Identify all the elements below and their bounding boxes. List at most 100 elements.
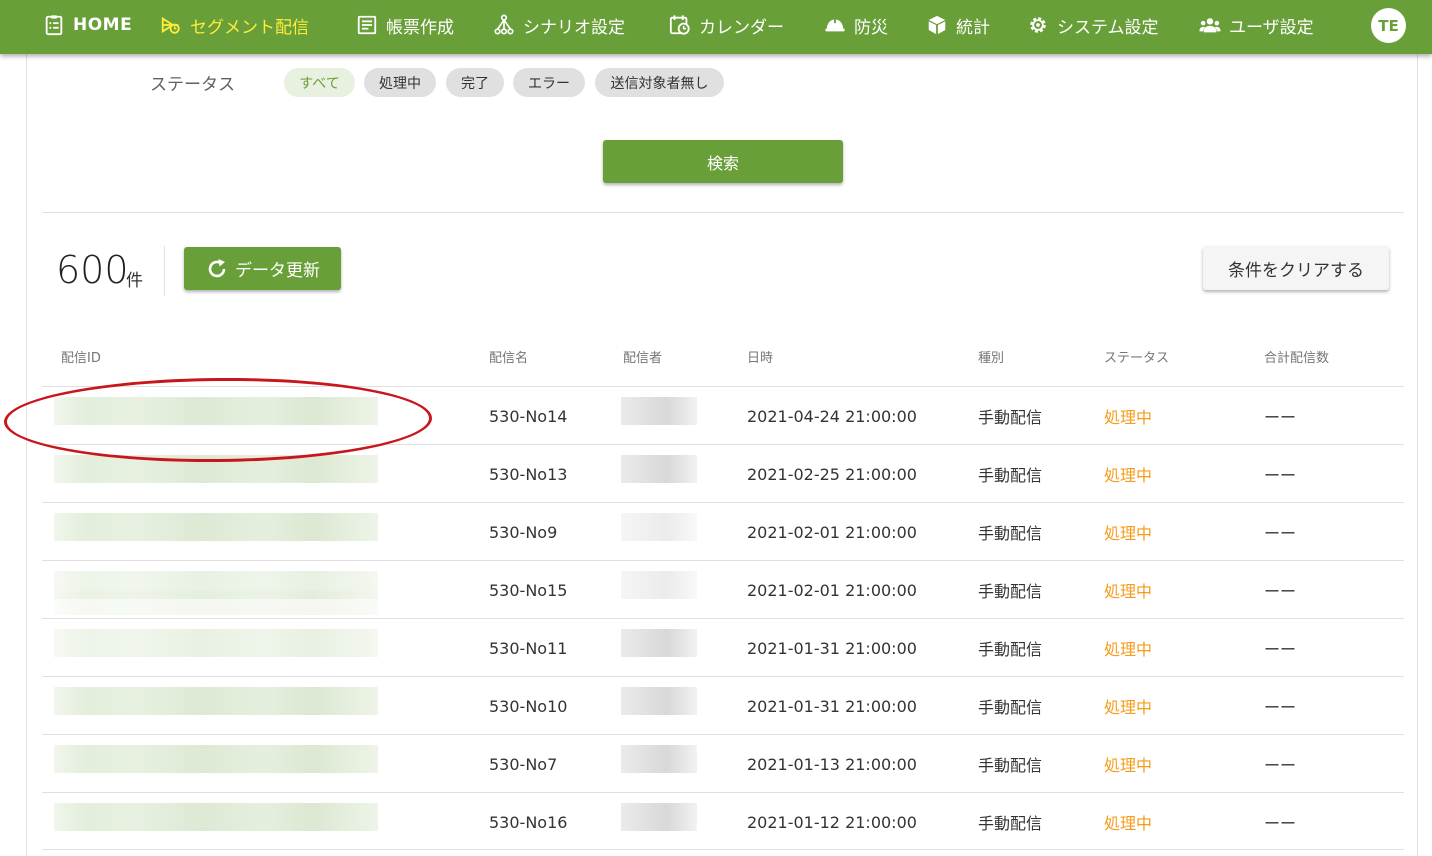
chip-processing[interactable]: 処理中 xyxy=(364,68,436,97)
table-row[interactable]: 530-No15 2021-02-01 21:00:00 手動配信 処理中 ーー xyxy=(42,560,1404,618)
delivery-type: 手動配信 xyxy=(978,582,1043,601)
delivery-datetime: 2021-01-12 21:00:00 xyxy=(747,812,917,832)
delivery-datetime: 2021-04-24 21:00:00 xyxy=(747,406,917,426)
delivery-datetime: 2021-02-25 21:00:00 xyxy=(747,464,917,484)
table-row[interactable]: 530-No7 2021-01-13 21:00:00 手動配信 処理中 ーー xyxy=(42,734,1404,792)
redacted-delivery-id xyxy=(54,513,378,541)
delivery-total: ーー xyxy=(1264,698,1297,717)
nav-calendar[interactable]: カレンダー xyxy=(669,0,784,50)
top-nav-bar: HOME セグメント配信 帳票作成 シナリオ設定 カレンダー 防災 統計 システ… xyxy=(0,0,1432,54)
delivery-datetime: 2021-02-01 21:00:00 xyxy=(747,522,917,542)
delivery-datetime: 2021-01-31 21:00:00 xyxy=(747,696,917,716)
delivery-type: 手動配信 xyxy=(978,408,1043,427)
chip-no-recipients[interactable]: 送信対象者無し xyxy=(595,68,724,97)
redacted-delivery-id xyxy=(54,629,378,657)
nav-disaster-prevention[interactable]: 防災 xyxy=(824,0,888,50)
nav-home[interactable]: HOME xyxy=(43,0,132,50)
nav-statistics[interactable]: 統計 xyxy=(926,0,990,50)
result-count: 600 xyxy=(56,248,129,292)
nav-segment-delivery-label: セグメント配信 xyxy=(190,17,309,38)
cube-icon xyxy=(926,14,948,36)
delivery-total: ーー xyxy=(1264,408,1297,427)
table-row[interactable]: 530-No10 2021-01-31 21:00:00 手動配信 処理中 ーー xyxy=(42,676,1404,734)
delivery-total: ーー xyxy=(1264,466,1297,485)
col-header-delivery-name[interactable]: 配信名 xyxy=(489,347,528,366)
helmet-icon xyxy=(824,14,846,36)
nav-system-settings[interactable]: システム設定 xyxy=(1027,0,1159,50)
megaphone-icon xyxy=(160,14,182,36)
count-separator xyxy=(164,246,165,296)
delivery-type: 手動配信 xyxy=(978,814,1043,833)
table-row[interactable]: 530-No16 2021-01-12 21:00:00 手動配信 処理中 ーー xyxy=(42,792,1404,850)
delivery-status: 処理中 xyxy=(1104,698,1153,717)
delivery-status: 処理中 xyxy=(1104,524,1153,543)
redacted-delivery-id xyxy=(54,687,378,715)
redacted-sender xyxy=(621,397,697,425)
nav-scenario-label: シナリオ設定 xyxy=(523,17,625,38)
user-avatar[interactable]: TE xyxy=(1371,8,1406,43)
delivery-total: ーー xyxy=(1264,640,1297,659)
users-icon xyxy=(1199,14,1221,36)
delivery-name: 530-No13 xyxy=(489,464,568,484)
delivery-type: 手動配信 xyxy=(978,524,1043,543)
delivery-type: 手動配信 xyxy=(978,698,1043,717)
col-header-total[interactable]: 合計配信数 xyxy=(1264,347,1329,366)
redacted-delivery-id-extra xyxy=(54,591,378,615)
delivery-total: ーー xyxy=(1264,756,1297,775)
redacted-delivery-id xyxy=(54,745,378,773)
refresh-data-label: データ更新 xyxy=(235,261,320,281)
table-row[interactable]: 530-No11 2021-01-31 21:00:00 手動配信 処理中 ーー xyxy=(42,618,1404,676)
flow-tree-icon xyxy=(493,14,515,36)
nav-segment-delivery[interactable]: セグメント配信 xyxy=(160,0,309,50)
result-count-unit: 件 xyxy=(126,271,143,291)
delivery-name: 530-No11 xyxy=(489,638,568,658)
redacted-sender xyxy=(621,745,697,773)
delivery-status: 処理中 xyxy=(1104,814,1153,833)
delivery-status: 処理中 xyxy=(1104,466,1153,485)
delivery-datetime: 2021-01-13 21:00:00 xyxy=(747,754,917,774)
delivery-name: 530-No15 xyxy=(489,580,568,600)
col-header-sender[interactable]: 配信者 xyxy=(623,347,662,366)
chip-complete[interactable]: 完了 xyxy=(446,68,504,97)
delivery-type: 手動配信 xyxy=(978,640,1043,659)
nav-user-settings[interactable]: ユーザ設定 xyxy=(1199,0,1314,50)
chip-all[interactable]: すべて xyxy=(284,68,355,97)
col-header-datetime[interactable]: 日時 xyxy=(747,347,773,366)
redacted-sender xyxy=(621,513,697,541)
nav-calendar-label: カレンダー xyxy=(699,17,784,38)
redacted-delivery-id xyxy=(54,803,378,831)
refresh-data-button[interactable]: データ更新 xyxy=(184,247,341,290)
delivery-status: 処理中 xyxy=(1104,582,1153,601)
col-header-type[interactable]: 種別 xyxy=(978,347,1004,366)
table-row[interactable]: 530-No9 2021-02-01 21:00:00 手動配信 処理中 ーー xyxy=(42,502,1404,560)
search-button[interactable]: 検索 xyxy=(603,140,843,183)
status-filter-label: ステータス xyxy=(150,75,235,95)
redacted-sender xyxy=(621,455,697,483)
nav-home-label: HOME xyxy=(73,15,133,35)
delivery-name: 530-No9 xyxy=(489,522,558,542)
redacted-sender xyxy=(621,571,697,599)
clipboard-list-icon xyxy=(43,14,65,36)
nav-report-label: 帳票作成 xyxy=(386,17,454,38)
clear-conditions-button[interactable]: 条件をクリアする xyxy=(1203,246,1389,290)
document-icon xyxy=(356,14,378,36)
nav-report[interactable]: 帳票作成 xyxy=(356,0,454,50)
col-header-delivery-id[interactable]: 配信ID xyxy=(61,347,101,366)
redacted-sender xyxy=(621,803,697,831)
nav-user-settings-label: ユーザ設定 xyxy=(1229,17,1314,38)
nav-scenario[interactable]: シナリオ設定 xyxy=(493,0,625,50)
calendar-clock-icon xyxy=(669,14,691,36)
chip-error[interactable]: エラー xyxy=(513,68,585,97)
nav-disaster-prevention-label: 防災 xyxy=(854,17,888,38)
delivery-datetime: 2021-02-01 21:00:00 xyxy=(747,580,917,600)
delivery-name: 530-No7 xyxy=(489,754,558,774)
delivery-type: 手動配信 xyxy=(978,466,1043,485)
delivery-name: 530-No16 xyxy=(489,812,568,832)
delivery-status: 処理中 xyxy=(1104,408,1153,427)
col-header-status[interactable]: ステータス xyxy=(1104,347,1169,366)
delivery-total: ーー xyxy=(1264,814,1297,833)
delivery-datetime: 2021-01-31 21:00:00 xyxy=(747,638,917,658)
gear-icon xyxy=(1027,14,1049,36)
delivery-total: ーー xyxy=(1264,582,1297,601)
redacted-sender xyxy=(621,687,697,715)
